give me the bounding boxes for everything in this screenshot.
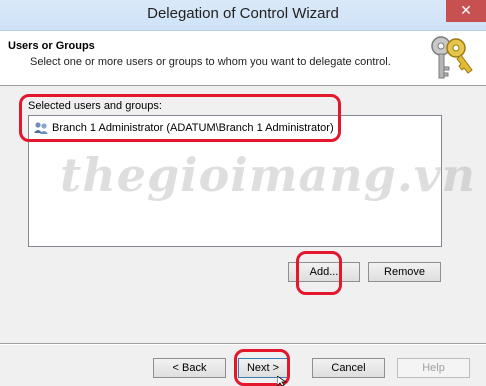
mouse-cursor-icon [277, 376, 287, 386]
keys-icon [431, 36, 473, 79]
wizard-header: Users or Groups Select one or more users… [0, 31, 486, 86]
remove-button[interactable]: Remove [368, 262, 441, 282]
footer-divider [0, 343, 486, 345]
window-title: Delegation of Control Wizard [147, 5, 339, 22]
page-title: Users or Groups [8, 40, 95, 52]
help-button[interactable]: Help [397, 358, 470, 378]
annotation-selected-users [19, 94, 341, 142]
cancel-button[interactable]: Cancel [312, 358, 385, 378]
annotation-add-button [296, 251, 342, 295]
back-button[interactable]: < Back [153, 358, 226, 378]
title-bar: Delegation of Control Wizard ✕ [0, 0, 486, 31]
page-description: Select one or more users or groups to wh… [30, 56, 391, 68]
close-button[interactable]: ✕ [446, 0, 486, 22]
